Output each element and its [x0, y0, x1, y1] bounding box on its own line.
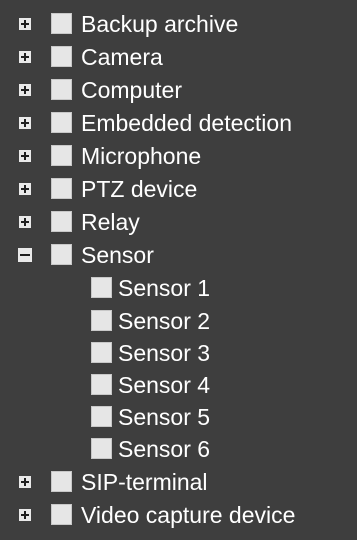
tree-item-checkbox[interactable] — [51, 13, 72, 34]
tree-item-label: Computer — [81, 77, 182, 103]
expand-plus-icon[interactable] — [19, 117, 31, 129]
tree-item-sensor-5[interactable]: Sensor 5 — [0, 401, 357, 433]
tree-item-checkbox[interactable] — [51, 112, 72, 133]
tree-item-label: Microphone — [81, 143, 202, 169]
tree-item-checkbox[interactable] — [91, 342, 112, 363]
tree-item-label: Relay — [81, 209, 140, 235]
tree-item-sensor-2[interactable]: Sensor 2 — [0, 305, 357, 337]
tree-item-checkbox[interactable] — [91, 310, 112, 331]
tree-item-sensor[interactable]: Sensor — [0, 239, 357, 271]
expand-plus-icon[interactable] — [19, 216, 31, 228]
tree-item-checkbox[interactable] — [51, 46, 72, 67]
tree-item-label: Video capture device — [81, 502, 296, 528]
tree-item-checkbox[interactable] — [51, 79, 72, 100]
tree-item-checkbox[interactable] — [91, 374, 112, 395]
tree-item-label: Embedded detection — [81, 110, 292, 136]
tree-item-label: Sensor 3 — [118, 340, 211, 366]
tree-item-label: Sensor 2 — [118, 308, 211, 334]
expand-plus-icon[interactable] — [19, 150, 31, 162]
tree-item-label: Backup archive — [81, 11, 239, 37]
tree-item-camera[interactable]: Camera — [0, 41, 357, 73]
tree-item-checkbox[interactable] — [51, 471, 72, 492]
tree-item-label: SIP-terminal — [81, 469, 208, 495]
tree-item-label: Sensor — [81, 242, 154, 268]
tree-item-backup-archive[interactable]: Backup archive — [0, 8, 357, 40]
tree-item-computer[interactable]: Computer — [0, 74, 357, 106]
expand-plus-icon[interactable] — [19, 476, 31, 488]
tree-item-sensor-4[interactable]: Sensor 4 — [0, 369, 357, 401]
tree-item-sip-terminal[interactable]: SIP-terminal — [0, 466, 357, 498]
expand-plus-icon[interactable] — [19, 509, 31, 521]
expand-plus-icon[interactable] — [19, 18, 31, 30]
tree-item-checkbox[interactable] — [51, 178, 72, 199]
tree-item-microphone[interactable]: Microphone — [0, 140, 357, 172]
tree-item-sensor-6[interactable]: Sensor 6 — [0, 433, 357, 465]
tree-item-label: Camera — [81, 44, 163, 70]
tree-item-checkbox[interactable] — [91, 277, 112, 298]
tree-item-label: Sensor 6 — [118, 436, 211, 462]
tree-item-checkbox[interactable] — [91, 438, 112, 459]
tree-item-checkbox[interactable] — [91, 406, 112, 427]
tree-item-checkbox[interactable] — [51, 244, 72, 265]
tree-item-label: Sensor 5 — [118, 404, 211, 430]
tree-item-sensor-1[interactable]: Sensor 1 — [0, 272, 357, 304]
device-tree-panel: Backup archive Camera Computer Embedded … — [0, 0, 357, 540]
tree-item-checkbox[interactable] — [51, 504, 72, 525]
tree-item-video-capture-device[interactable]: Video capture device — [0, 499, 357, 531]
tree-item-checkbox[interactable] — [51, 145, 72, 166]
tree-item-label: Sensor 4 — [118, 372, 211, 398]
tree-item-label: PTZ device — [81, 176, 198, 202]
tree-item-label: Sensor 1 — [118, 275, 211, 301]
collapse-minus-icon[interactable] — [18, 248, 32, 262]
tree-item-relay[interactable]: Relay — [0, 206, 357, 238]
tree-item-sensor-3[interactable]: Sensor 3 — [0, 337, 357, 369]
expand-plus-icon[interactable] — [19, 183, 31, 195]
tree-item-checkbox[interactable] — [51, 211, 72, 232]
expand-plus-icon[interactable] — [19, 84, 31, 96]
tree-item-ptz-device[interactable]: PTZ device — [0, 173, 357, 205]
tree-item-embedded-detection[interactable]: Embedded detection — [0, 107, 357, 139]
expand-plus-icon[interactable] — [19, 51, 31, 63]
